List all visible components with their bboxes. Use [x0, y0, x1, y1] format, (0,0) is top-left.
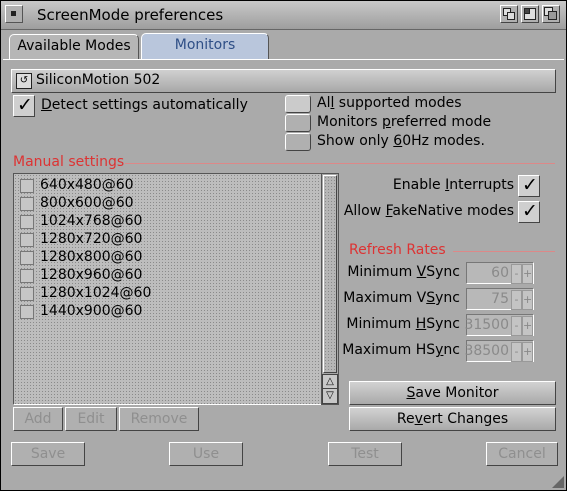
scrollbar-knob[interactable] [323, 175, 337, 373]
resize-grip-icon[interactable] [552, 476, 564, 488]
plus-icon[interactable]: + [522, 290, 533, 310]
checkmark-icon: ✓ [522, 174, 538, 196]
minus-icon[interactable]: - [511, 342, 522, 362]
max-hsync-label: Maximum HSync [342, 342, 460, 358]
zoom-icon[interactable] [521, 5, 539, 23]
close-icon[interactable] [5, 5, 23, 23]
scroll-down-icon[interactable]: ▽ [322, 388, 338, 404]
save-button[interactable]: Save [11, 442, 85, 466]
window-title: ScreenMode preferences [37, 6, 224, 24]
remove-mode-button[interactable]: Remove [119, 407, 199, 431]
tab-monitors[interactable]: Monitors [141, 33, 269, 60]
monitor-device-select[interactable]: ↺ SiliconMotion 502 [11, 69, 556, 93]
mode-checkbox[interactable] [20, 305, 34, 319]
device-name: SiliconMotion 502 [36, 72, 161, 88]
fakenative-label: Allow FakeNative modes [343, 203, 514, 219]
min-hsync-label: Minimum HSync [346, 316, 460, 332]
depth-icon[interactable] [542, 5, 560, 23]
manual-settings-divider [125, 163, 555, 164]
min-vsync-label: Minimum VSync [347, 264, 460, 280]
refresh-rates-title: Refresh Rates [349, 242, 446, 258]
max-hsync-field[interactable]: 38500- + [464, 340, 534, 362]
refresh-rates-divider [453, 251, 555, 252]
60hz-modes-radio[interactable] [285, 133, 311, 151]
minus-icon[interactable]: - [511, 316, 522, 336]
cycle-icon: ↺ [16, 73, 32, 89]
60hz-modes-label: Show only 60Hz modes. [317, 133, 485, 149]
plus-icon[interactable]: + [522, 316, 533, 336]
detect-settings-checkbox[interactable]: ✓ [13, 94, 35, 117]
mode-list[interactable]: 640x480@60 800x600@60 1024x768@60 1280x7… [13, 173, 322, 405]
preferred-mode-radio[interactable] [285, 114, 311, 132]
mode-checkbox[interactable] [20, 197, 34, 211]
max-vsync-field[interactable]: 75- + [466, 288, 534, 310]
mode-checkbox[interactable] [20, 215, 34, 229]
max-vsync-label: Maximum VSync [343, 290, 460, 306]
mode-checkbox[interactable] [20, 179, 34, 193]
enable-interrupts-label: Enable Interrupts [392, 177, 514, 193]
preferred-mode-label: Monitors preferred mode [317, 114, 492, 130]
detect-settings-label: Detect settings automatically [41, 97, 248, 113]
mode-list-scrollbar[interactable]: △ ▽ [321, 173, 339, 405]
title-bar[interactable]: ScreenMode preferences [1, 1, 566, 30]
save-monitor-button[interactable]: Save Monitor [349, 381, 556, 405]
enable-interrupts-checkbox[interactable]: ✓ [518, 174, 540, 197]
min-hsync-field[interactable]: 31500- + [464, 314, 534, 336]
use-button[interactable]: Use [169, 442, 243, 466]
all-modes-label: All supported modes [317, 95, 462, 111]
plus-icon[interactable]: + [522, 342, 533, 362]
checkmark-icon: ✓ [17, 94, 33, 116]
mode-checkbox[interactable] [20, 233, 34, 247]
add-mode-button[interactable]: Add [13, 407, 63, 431]
checkmark-icon: ✓ [522, 200, 538, 222]
min-vsync-field[interactable]: 60- + [466, 262, 534, 284]
mode-checkbox[interactable] [20, 269, 34, 283]
tab-available-modes[interactable]: Available Modes [9, 34, 139, 59]
edit-mode-button[interactable]: Edit [65, 407, 117, 431]
mode-checkbox[interactable] [20, 251, 34, 265]
test-button[interactable]: Test [328, 442, 402, 466]
minus-icon[interactable]: - [511, 264, 522, 284]
manual-settings-title: Manual settings [13, 154, 125, 170]
screenmode-window: ScreenMode preferences Available Modes M… [0, 0, 567, 491]
cancel-button[interactable]: Cancel [486, 442, 558, 466]
mode-checkbox[interactable] [20, 287, 34, 301]
fakenative-checkbox[interactable]: ✓ [518, 200, 540, 223]
minus-icon[interactable]: - [511, 290, 522, 310]
plus-icon[interactable]: + [522, 264, 533, 284]
all-modes-radio[interactable] [285, 95, 311, 113]
revert-changes-button[interactable]: Revert Changes [349, 407, 556, 431]
iconify-icon[interactable] [500, 5, 518, 23]
